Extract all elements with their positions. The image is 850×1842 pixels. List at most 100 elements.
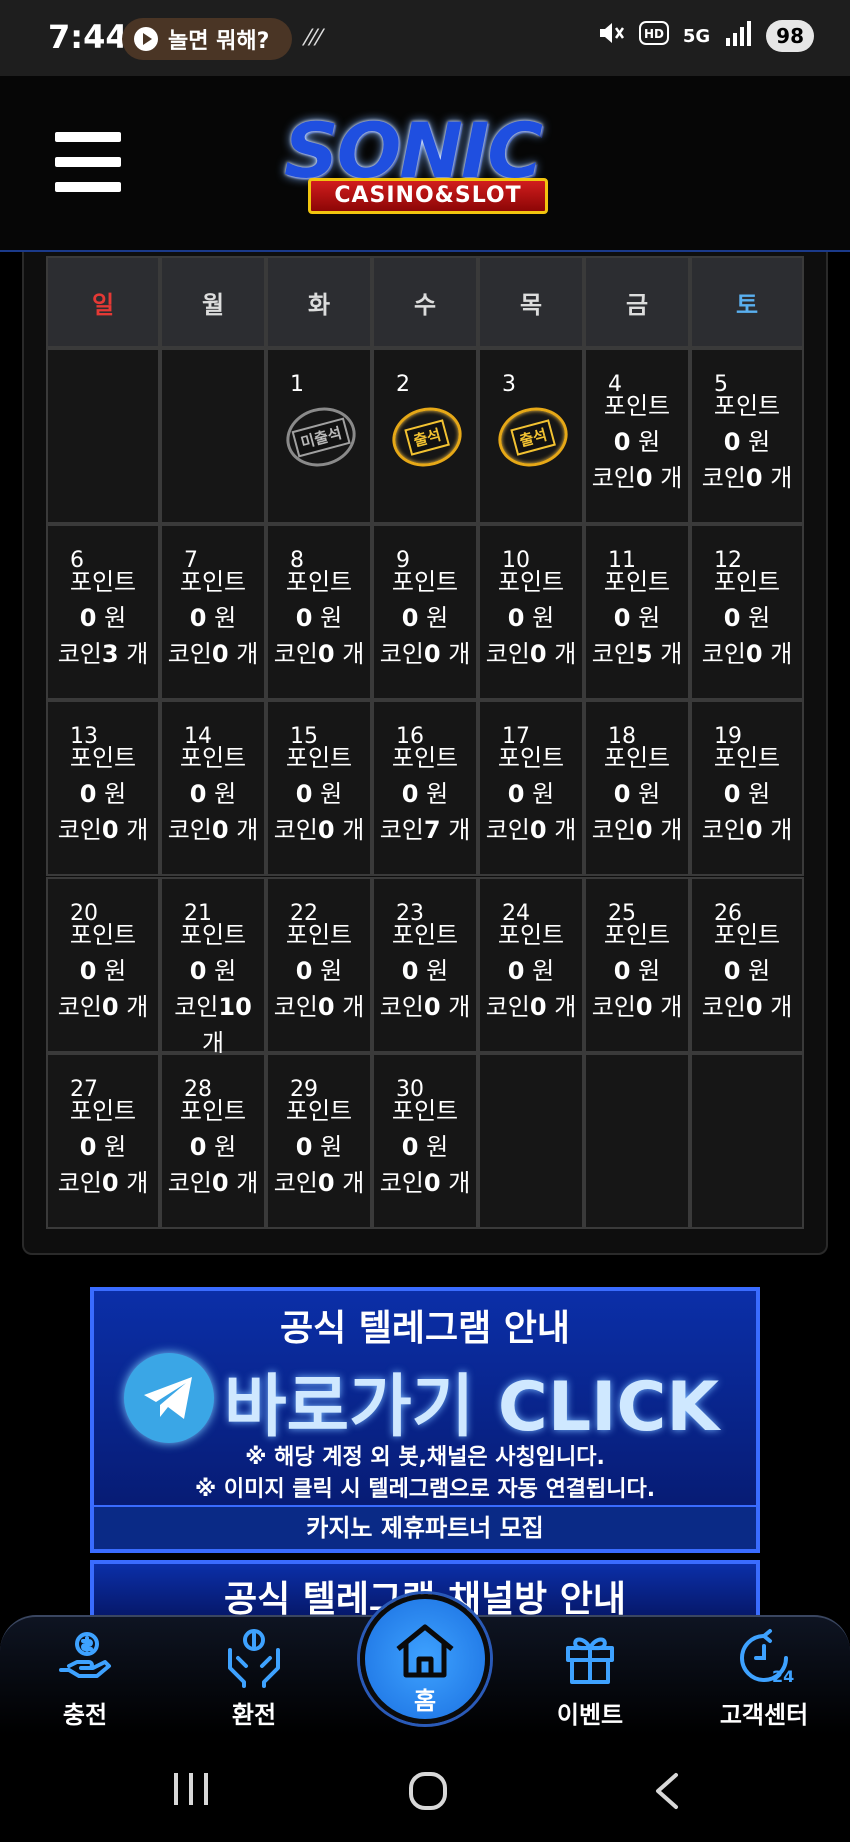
point-amount: 0	[295, 957, 313, 985]
point-amount: 0	[723, 957, 741, 985]
count-unit: 개	[448, 640, 471, 668]
point-label: 포인트	[713, 921, 781, 949]
point-amount: 0	[723, 428, 741, 456]
point-label: 포인트	[603, 568, 671, 596]
coin-value: 코인7 개	[374, 812, 476, 848]
count-unit: 개	[126, 640, 149, 668]
weekday-header: 수	[372, 256, 478, 348]
won-unit: 원	[638, 957, 661, 985]
coin-amount: 0	[211, 1169, 229, 1197]
day-reward-info: 포인트 0 원 코인0 개	[48, 740, 158, 848]
calendar-day-cell: 21 포인트 0 원 코인10 개	[160, 877, 266, 1057]
coin-amount: 0	[317, 993, 335, 1021]
count-unit: 개	[236, 640, 259, 668]
coin-amount: 0	[745, 816, 763, 844]
point-label: 포인트	[713, 744, 781, 772]
hamburger-menu-icon[interactable]	[55, 132, 121, 192]
count-unit: 개	[660, 464, 683, 492]
nav-exchange[interactable]: 환전	[194, 1627, 314, 1730]
point-label: 포인트	[713, 568, 781, 596]
coin-label: 코인	[379, 816, 424, 844]
won-unit: 원	[748, 780, 771, 808]
point-amount: 0	[79, 957, 97, 985]
point-label: 포인트	[69, 568, 137, 596]
point-amount: 0	[507, 780, 525, 808]
back-icon[interactable]	[652, 1771, 680, 1815]
logo-subtitle: CASINO&SLOT	[308, 178, 548, 214]
point-amount: 0	[295, 1133, 313, 1161]
svg-text:24: 24	[772, 1667, 794, 1686]
telegram-banner-note: ※ 해당 계정 외 봇,채널은 사칭입니다.	[245, 1445, 605, 1470]
coin-amount: 0	[745, 464, 763, 492]
point-value: 0 원	[586, 776, 688, 812]
calendar-empty-cell	[690, 1053, 804, 1229]
nav-charge[interactable]: 충전	[25, 1627, 145, 1730]
point-label: 포인트	[285, 921, 353, 949]
coin-amount: 0	[635, 464, 653, 492]
day-reward-info: 포인트 0 원 코인0 개	[586, 740, 688, 848]
coin-label: 코인	[273, 816, 318, 844]
site-logo[interactable]: SONIC CASINO&SLOT	[268, 106, 590, 226]
count-unit: 개	[770, 993, 793, 1021]
mute-icon	[597, 20, 625, 52]
point-value: 0 원	[374, 776, 476, 812]
point-value: 0 원	[162, 600, 264, 636]
point-label: 포인트	[69, 1097, 137, 1125]
coin-amount: 0	[529, 993, 547, 1021]
coin-label: 코인	[591, 464, 636, 492]
count-unit: 개	[770, 464, 793, 492]
coin-value: 코인0 개	[586, 812, 688, 848]
point-value: 0 원	[480, 776, 582, 812]
coin-label: 코인	[701, 640, 746, 668]
point-amount: 0	[295, 604, 313, 632]
coin-value: 코인0 개	[268, 636, 370, 672]
stamp-label: 출석	[404, 418, 450, 456]
day-reward-info: 포인트 0 원 코인10 개	[162, 917, 264, 1061]
status-right: HD 5G 98	[597, 20, 814, 52]
day-reward-info: 포인트 0 원 코인0 개	[480, 564, 582, 672]
point-value: 0 원	[586, 953, 688, 989]
calendar-empty-cell	[478, 1053, 584, 1229]
point-value: 0 원	[48, 600, 158, 636]
coin-value: 코인0 개	[586, 989, 688, 1025]
coin-amount: 0	[101, 816, 119, 844]
point-value: 0 원	[586, 600, 688, 636]
coin-amount: 0	[317, 640, 335, 668]
point-label: 포인트	[391, 1097, 459, 1125]
point-value: 0 원	[268, 776, 370, 812]
notification-pill[interactable]: 놀면 뭐해?	[122, 18, 292, 60]
day-reward-info: 포인트 0 원 코인0 개	[162, 1093, 264, 1201]
network-label: 5G	[682, 25, 711, 47]
nav-support[interactable]: 24 고객센터	[704, 1627, 824, 1730]
point-amount: 0	[507, 604, 525, 632]
won-unit: 원	[214, 604, 237, 632]
telegram-banner[interactable]: 공식 텔레그램 안내 바로가기 CLICK ※ 해당 계정 외 봇,채널은 사칭…	[90, 1287, 760, 1553]
coin-label: 코인	[174, 993, 219, 1021]
point-amount: 0	[79, 780, 97, 808]
point-label: 포인트	[179, 921, 247, 949]
recents-icon[interactable]	[172, 1771, 210, 1811]
calendar-day-cell: 12 포인트 0 원 코인0 개	[690, 524, 804, 700]
point-value: 0 원	[374, 600, 476, 636]
coin-label: 코인	[591, 993, 636, 1021]
coin-amount: 0	[423, 1169, 441, 1197]
svg-text:HD: HD	[644, 27, 664, 41]
coin-value: 코인0 개	[48, 1165, 158, 1201]
nav-event[interactable]: 이벤트	[530, 1627, 650, 1730]
count-unit: 개	[660, 816, 683, 844]
won-unit: 원	[532, 957, 555, 985]
coin-value: 코인0 개	[374, 636, 476, 672]
home-circle-icon[interactable]	[408, 1771, 448, 1815]
calendar-day-cell: 30 포인트 0 원 코인0 개	[372, 1053, 478, 1229]
calendar-day-cell: 16 포인트 0 원 코인7 개	[372, 700, 478, 876]
weekday-header: 목	[478, 256, 584, 348]
point-amount: 0	[613, 604, 631, 632]
point-label: 포인트	[497, 744, 565, 772]
coin-amount: 0	[317, 816, 335, 844]
stamp-label: 출석	[510, 418, 556, 456]
attendance-stamp: 출석	[491, 399, 575, 475]
weekday-header: 일	[46, 256, 160, 348]
coin-amount: 5	[635, 640, 653, 668]
nav-home[interactable]: 홈	[360, 1594, 490, 1724]
calendar-day-cell: 4 포인트 0 원 코인0 개	[584, 348, 690, 524]
